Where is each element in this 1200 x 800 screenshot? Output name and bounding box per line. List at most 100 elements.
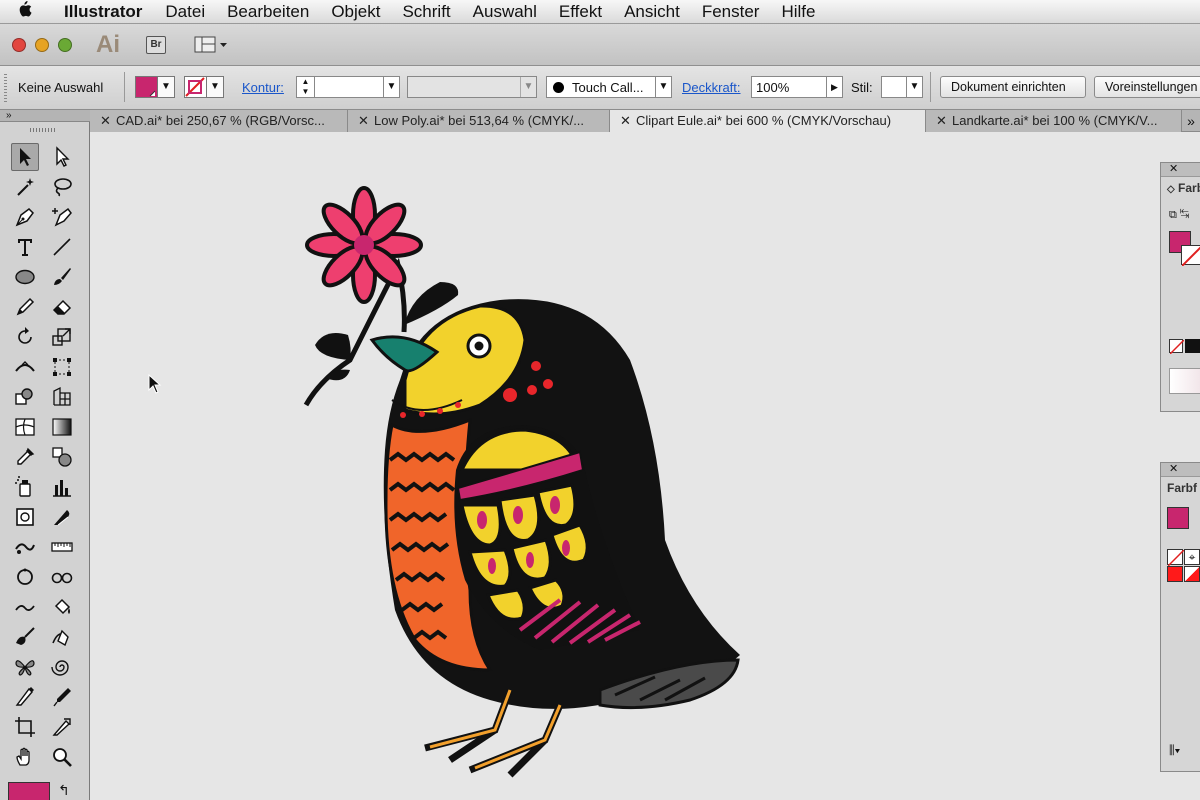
brush-definition-dropdown[interactable]: Touch Call... ▼ [546, 76, 672, 98]
tools-panel-header[interactable]: » [0, 110, 90, 122]
close-window-button[interactable] [12, 38, 26, 52]
registration-swatch-icon[interactable]: ⌖ [1184, 549, 1200, 565]
symbol-sprayer-tool[interactable] [11, 473, 39, 501]
column-graph-tool[interactable] [48, 473, 76, 501]
tools-panel-grip[interactable] [30, 128, 56, 132]
panel-close-bar[interactable]: ✕ [1161, 163, 1200, 177]
gradient-tool[interactable] [48, 413, 76, 441]
color-spectrum-bar[interactable] [1169, 368, 1200, 394]
width-tool[interactable] [11, 353, 39, 381]
color-picker-tool[interactable] [48, 683, 76, 711]
free-transform-tool[interactable] [48, 353, 76, 381]
menu-schrift[interactable]: Schrift [391, 2, 461, 22]
close-tab-icon[interactable]: ✕ [620, 110, 636, 131]
smooth-tool[interactable] [11, 593, 39, 621]
control-bar-grip[interactable] [4, 74, 7, 102]
close-tab-icon[interactable]: ✕ [358, 110, 374, 131]
pen-tool[interactable] [11, 203, 39, 231]
symbol-tool[interactable] [11, 653, 39, 681]
eraser-tool[interactable] [48, 293, 76, 321]
blob-brush-tool[interactable] [11, 623, 39, 651]
menu-app-name[interactable]: Illustrator [48, 2, 154, 22]
shape-builder-tool[interactable] [11, 383, 39, 411]
menu-hilfe[interactable]: Hilfe [770, 2, 826, 22]
lasso-tool[interactable] [48, 173, 76, 201]
panel-close-bar[interactable]: ✕ [1161, 463, 1200, 477]
menu-bearbeiten[interactable]: Bearbeiten [216, 2, 320, 22]
live-paint-bucket-tool[interactable] [48, 593, 76, 621]
anchor-point-tool[interactable] [48, 623, 76, 651]
gradient-swatch[interactable] [1184, 566, 1200, 582]
bridge-button[interactable]: Br [146, 36, 166, 54]
fill-color-box[interactable] [8, 782, 50, 800]
stroke-panel-link[interactable]: Kontur: [242, 80, 284, 95]
minimize-window-button[interactable] [35, 38, 49, 52]
artboard-canvas[interactable] [90, 133, 1160, 800]
variable-width-profile-dropdown[interactable]: ▼ [407, 76, 537, 98]
menu-ansicht[interactable]: Ansicht [613, 2, 691, 22]
close-tab-icon[interactable]: ✕ [936, 110, 952, 131]
tab-cad[interactable]: ✕ CAD.ai* bei 250,67 % (RGB/Vorsc... [90, 110, 348, 132]
stroke-none-swatch[interactable] [1181, 245, 1200, 267]
stroke-weight-stepper[interactable]: ▲ ▼ [297, 77, 315, 97]
shaper-tool[interactable] [11, 563, 39, 591]
color-panel-title[interactable]: ◇ Farb [1161, 177, 1200, 195]
chevron-right-icon[interactable]: ▶ [826, 77, 842, 97]
active-fill-swatch[interactable] [1167, 507, 1189, 529]
mesh-tool[interactable] [11, 413, 39, 441]
blend-tool[interactable] [48, 443, 76, 471]
swatches-panel[interactable]: ✕ Farbf ⌖ ⫼▾ [1160, 462, 1200, 772]
twirl-tool[interactable] [48, 653, 76, 681]
paintbrush-tool[interactable] [48, 263, 76, 291]
artboard-tool-alt[interactable] [11, 503, 39, 531]
close-tab-icon[interactable]: ✕ [100, 110, 116, 131]
bird-artwork[interactable] [90, 133, 1160, 800]
fill-color-dropdown[interactable]: ▼ [135, 76, 175, 98]
none-swatch[interactable] [1169, 339, 1185, 355]
chevron-down-icon[interactable]: ▼ [383, 77, 399, 97]
swap-icons[interactable]: ⧉ ↹ [1169, 209, 1190, 222]
stroke-color-dropdown[interactable]: ▼ [184, 76, 224, 98]
swatches-panel-title[interactable]: Farbf [1161, 477, 1200, 495]
opacity-panel-link[interactable]: Deckkraft: [682, 80, 741, 95]
knife-tool[interactable] [11, 683, 39, 711]
slice-tool[interactable] [48, 503, 76, 531]
tab-landkarte[interactable]: ✕ Landkarte.ai* bei 100 % (CMYK/V... [926, 110, 1182, 132]
slice-select-tool[interactable] [48, 713, 76, 741]
arrange-documents-button[interactable] [194, 35, 230, 55]
document-setup-button[interactable]: Dokument einrichten [940, 76, 1086, 98]
tab-low-poly[interactable]: ✕ Low Poly.ai* bei 513,64 % (CMYK/... [348, 110, 610, 132]
black-swatch[interactable] [1185, 339, 1200, 353]
menu-auswahl[interactable]: Auswahl [462, 2, 548, 22]
glasses-tool[interactable] [48, 563, 76, 591]
line-segment-tool[interactable] [48, 233, 76, 261]
apple-menu-icon[interactable] [0, 0, 48, 23]
graphic-style-dropdown[interactable]: ▼ [881, 76, 923, 98]
ellipse-tool[interactable] [11, 263, 39, 291]
menu-effekt[interactable]: Effekt [548, 2, 613, 22]
red-swatch[interactable] [1167, 566, 1183, 582]
none-swatch[interactable] [1167, 549, 1185, 567]
menu-objekt[interactable]: Objekt [320, 2, 391, 22]
zoom-window-button[interactable] [58, 38, 72, 52]
ruler-tool[interactable] [48, 533, 76, 561]
puppet-warp-tool[interactable] [11, 533, 39, 561]
type-tool[interactable] [11, 233, 39, 261]
tab-clipart-eule[interactable]: ✕ Clipart Eule.ai* bei 600 % (CMYK/Vorsch… [610, 110, 926, 132]
menu-fenster[interactable]: Fenster [691, 2, 771, 22]
scale-tool[interactable] [48, 323, 76, 351]
color-panel[interactable]: ✕ ◇ Farb ⧉ ↹ [1160, 162, 1200, 412]
hand-tool[interactable] [11, 743, 39, 771]
opacity-field[interactable]: 100% ▶ [751, 76, 843, 98]
stroke-weight-field[interactable]: ▲ ▼ ▼ [296, 76, 400, 98]
preferences-button[interactable]: Voreinstellungen [1094, 76, 1200, 98]
swap-fill-stroke-icon[interactable]: ↰ [58, 782, 70, 799]
magic-wand-tool[interactable] [11, 173, 39, 201]
tab-overflow-icon[interactable]: » [1182, 110, 1200, 131]
artboard-tool[interactable] [11, 713, 39, 741]
direct-selection-tool[interactable] [48, 143, 76, 171]
rotate-tool[interactable] [11, 323, 39, 351]
curvature-pen-tool[interactable] [48, 203, 76, 231]
pencil-tool[interactable] [11, 293, 39, 321]
selection-tool[interactable] [11, 143, 39, 171]
